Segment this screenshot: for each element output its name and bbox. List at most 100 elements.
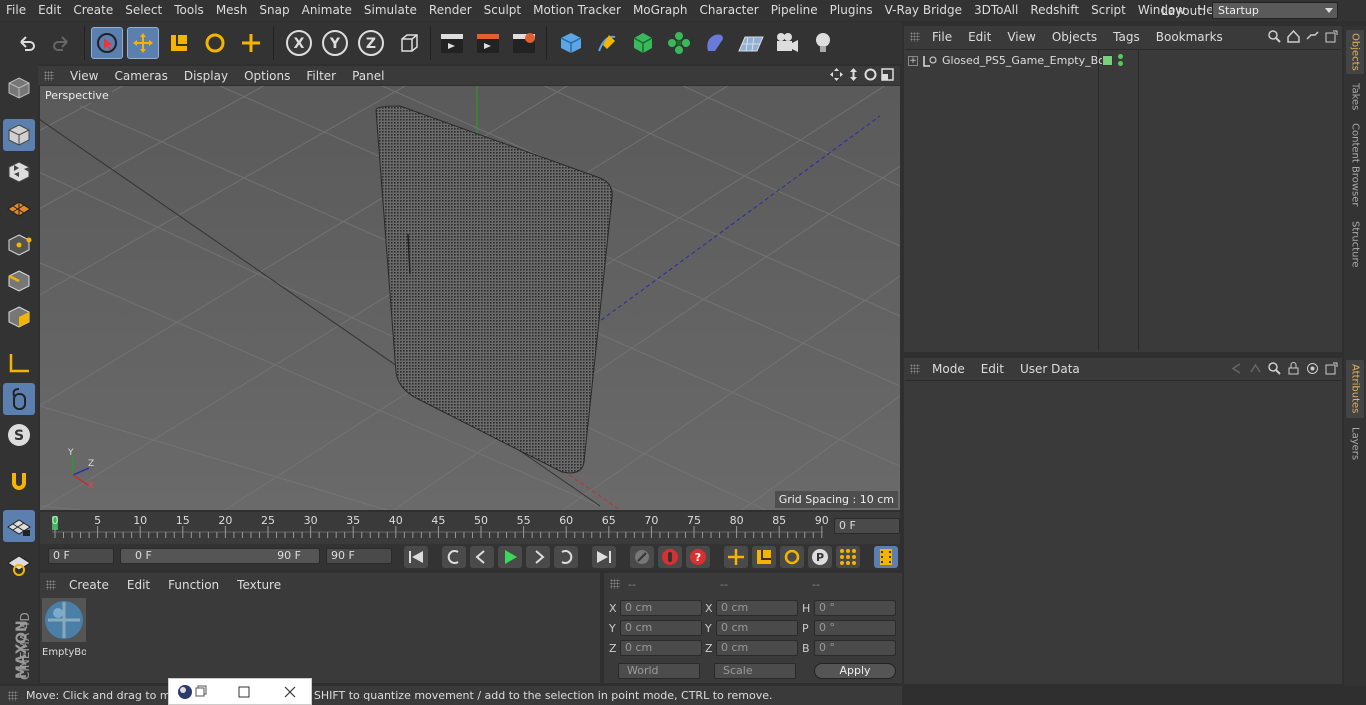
start-frame-field[interactable]: 0 F <box>48 548 114 564</box>
enable-quantizing-button[interactable] <box>3 510 35 542</box>
target-icon[interactable] <box>1306 362 1319 375</box>
menu-edit[interactable]: Edit <box>32 0 67 21</box>
frame-range-slider[interactable]: 0 F 90 F <box>120 548 320 564</box>
rotate-tool-button[interactable] <box>199 27 231 59</box>
viewport-label[interactable]: Perspective <box>42 88 112 103</box>
search-icon[interactable] <box>1268 30 1281 43</box>
workplane-button[interactable] <box>3 192 35 224</box>
menu-simulate[interactable]: Simulate <box>358 0 423 21</box>
back-arrow-icon[interactable] <box>1230 362 1243 375</box>
key-scale-button[interactable] <box>752 546 776 568</box>
coordinate-space-dropdown[interactable]: World <box>618 663 700 679</box>
y-axis-lock-button[interactable]: Y <box>319 27 351 59</box>
key-rotation-button[interactable] <box>780 546 804 568</box>
viewport-menu-filter[interactable]: Filter <box>298 69 344 83</box>
attribute-menu-mode[interactable]: Mode <box>924 362 973 376</box>
pos-x-field[interactable]: 0 cm <box>620 600 702 616</box>
material-menu-create[interactable]: Create <box>60 578 118 592</box>
tweak-mode-button[interactable] <box>3 383 35 415</box>
render-to-picture-viewer-button[interactable] <box>472 27 504 59</box>
z-axis-lock-button[interactable]: Z <box>355 27 387 59</box>
restore-window-icon[interactable] <box>193 685 207 699</box>
menu-character[interactable]: Character <box>693 0 764 21</box>
object-row[interactable]: + Glosed_PS5_Game_Empty_Box <box>906 52 1111 69</box>
menu-create[interactable]: Create <box>67 0 119 21</box>
up-arrow-icon[interactable] <box>1249 362 1262 375</box>
menu-file[interactable]: File <box>0 0 32 21</box>
viewport-menu-view[interactable]: View <box>62 69 106 83</box>
object-menu-objects[interactable]: Objects <box>1044 30 1105 44</box>
cube-primitive-button[interactable] <box>555 27 587 59</box>
menu-mograph[interactable]: MoGraph <box>627 0 694 21</box>
viewport-perspective[interactable]: Perspective Y Z X Grid Spacing : 10 cm <box>40 86 900 510</box>
new-window-icon[interactable] <box>1325 362 1338 375</box>
object-menu-tags[interactable]: Tags <box>1105 30 1148 44</box>
scale-tool-button[interactable] <box>163 27 195 59</box>
autokeying-button[interactable]: ? <box>686 546 710 568</box>
pos-y-field[interactable]: 0 cm <box>620 620 702 636</box>
rotate-viewport-icon[interactable] <box>864 68 877 81</box>
viewport-menu-display[interactable]: Display <box>176 69 236 83</box>
end-frame-field[interactable]: 90 F <box>326 548 392 564</box>
go-to-end-button[interactable] <box>592 546 616 568</box>
home-icon[interactable] <box>1287 30 1300 43</box>
object-menu-edit[interactable]: Edit <box>960 30 999 44</box>
previous-key-button[interactable] <box>442 546 466 568</box>
live-selection-button[interactable] <box>91 27 123 59</box>
floor-button[interactable] <box>735 27 767 59</box>
menu-motion-tracker[interactable]: Motion Tracker <box>527 0 627 21</box>
apply-button[interactable]: Apply <box>814 663 896 679</box>
render-settings-button[interactable] <box>508 27 540 59</box>
point-mode-button[interactable] <box>3 229 35 261</box>
viewport-menu-panel[interactable]: Panel <box>344 69 392 83</box>
previous-frame-button[interactable] <box>470 546 494 568</box>
move-tool-button[interactable] <box>127 27 159 59</box>
close-window-icon[interactable] <box>283 685 297 699</box>
menu-3dtoall[interactable]: 3DToAll <box>968 0 1024 21</box>
axis-mode-button[interactable] <box>3 347 35 379</box>
pan-viewport-icon[interactable] <box>830 68 843 81</box>
size-z-field[interactable]: 0 cm <box>716 640 798 656</box>
tab-content-browser[interactable]: Content Browser <box>1346 120 1364 210</box>
window-taskbar-thumbnail[interactable] <box>168 678 312 705</box>
menu-tools[interactable]: Tools <box>168 0 210 21</box>
size-y-field[interactable]: 0 cm <box>716 620 798 636</box>
coordinate-system-button[interactable] <box>393 27 425 59</box>
record-active-objects-button[interactable] <box>658 546 682 568</box>
polygon-mode-button[interactable] <box>3 301 35 333</box>
tab-structure[interactable]: Structure <box>1346 216 1364 272</box>
menu-pipeline[interactable]: Pipeline <box>765 0 824 21</box>
tab-layers[interactable]: Layers <box>1346 424 1364 464</box>
viewport-menu-cameras[interactable]: Cameras <box>106 69 175 83</box>
menu-script[interactable]: Script <box>1085 0 1132 21</box>
camera-button[interactable] <box>771 27 803 59</box>
x-axis-lock-button[interactable]: X <box>283 27 315 59</box>
next-key-button[interactable] <box>554 546 578 568</box>
subdivision-surface-button[interactable] <box>627 27 659 59</box>
maximize-viewport-icon[interactable] <box>881 68 894 81</box>
object-layer-swatch[interactable] <box>1102 55 1113 66</box>
material-menu-texture[interactable]: Texture <box>228 578 290 592</box>
tab-attributes[interactable]: Attributes <box>1346 360 1364 418</box>
redo-button[interactable] <box>46 27 78 59</box>
menu-animate[interactable]: Animate <box>296 0 358 21</box>
motion-recording-button[interactable] <box>630 546 654 568</box>
panel-grip[interactable] <box>910 364 920 374</box>
attribute-menu-edit[interactable]: Edit <box>973 362 1012 376</box>
next-frame-button[interactable] <box>526 546 550 568</box>
size-mode-dropdown[interactable]: Scale <box>714 663 796 679</box>
current-frame-field[interactable]: 0 F <box>834 518 900 534</box>
menu-render[interactable]: Render <box>423 0 478 21</box>
transform-tool-button[interactable] <box>235 27 267 59</box>
undo-button[interactable] <box>10 27 42 59</box>
menu-select[interactable]: Select <box>119 0 168 21</box>
new-window-icon[interactable] <box>1325 30 1338 43</box>
rot-b-field[interactable]: 0 ° <box>814 640 896 656</box>
lock-icon[interactable] <box>1287 362 1300 375</box>
menu-mesh[interactable]: Mesh <box>210 0 254 21</box>
play-forward-button[interactable] <box>498 546 522 568</box>
solo-button[interactable]: S <box>3 419 35 451</box>
workplane-snap-button[interactable] <box>3 548 35 580</box>
panel-grip[interactable] <box>910 32 920 42</box>
timeline-ruler[interactable]: 0 5 10 15 20 25 30 35 40 45 50 55 60 65 70 75 80 85 90 0 F <box>40 512 900 544</box>
